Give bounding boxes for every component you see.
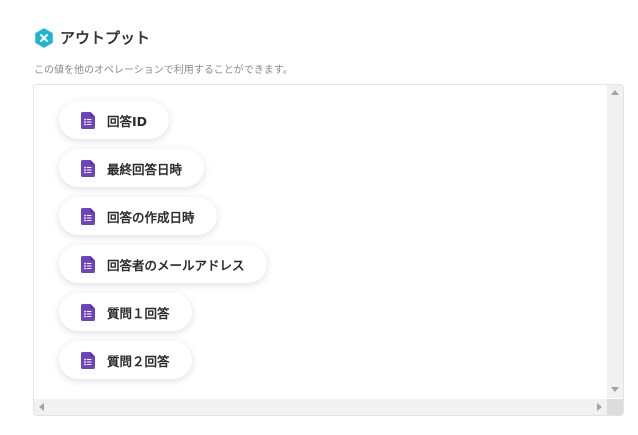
google-forms-icon: [81, 351, 95, 369]
output-chip[interactable]: 最終回答日時: [59, 149, 205, 187]
scroll-left-arrow-icon[interactable]: [39, 403, 44, 411]
google-forms-icon: [81, 303, 95, 321]
variable-x-icon: [34, 27, 54, 48]
output-chip-label: 質問１回答: [107, 305, 170, 321]
section-description: この値を他のオペレーションで利用することができます。: [34, 65, 293, 76]
vertical-scrollbar[interactable]: [607, 85, 623, 398]
output-chip[interactable]: 回答者のメールアドレス: [59, 245, 267, 283]
scroll-down-arrow-icon[interactable]: [611, 387, 619, 392]
google-forms-icon: [81, 159, 95, 177]
scrollbar-corner: [607, 399, 623, 415]
output-list-panel: 回答ID 最終回答日時 回答の作成日時回答者のメールアドレス 質問１回答質問２回答: [33, 84, 624, 416]
scroll-up-arrow-icon[interactable]: [611, 90, 619, 95]
output-chip[interactable]: 回答の作成日時: [59, 197, 217, 235]
google-forms-icon: [81, 255, 95, 273]
output-chip-label: 回答ID: [107, 113, 148, 129]
output-chip-label: 最終回答日時: [107, 161, 183, 177]
horizontal-scrollbar[interactable]: [34, 399, 607, 415]
output-chip[interactable]: 質問１回答: [59, 293, 192, 331]
google-forms-icon: [81, 207, 95, 225]
output-section: アウトプット この値を他のオペレーションで利用することができます。 回答ID 最終…: [0, 0, 638, 435]
output-chip-list: 回答ID 最終回答日時 回答の作成日時回答者のメールアドレス 質問１回答質問２回答: [59, 101, 267, 389]
google-forms-icon: [81, 111, 95, 129]
output-chip[interactable]: 回答ID: [59, 101, 170, 139]
output-chip[interactable]: 質問２回答: [59, 341, 192, 379]
section-title: アウトプット: [60, 29, 151, 47]
scroll-right-arrow-icon[interactable]: [597, 403, 602, 411]
output-chip-label: 質問２回答: [107, 353, 170, 369]
output-chip-label: 回答の作成日時: [107, 209, 195, 225]
output-chip-label: 回答者のメールアドレス: [107, 257, 245, 273]
output-header: アウトプット: [34, 27, 150, 48]
